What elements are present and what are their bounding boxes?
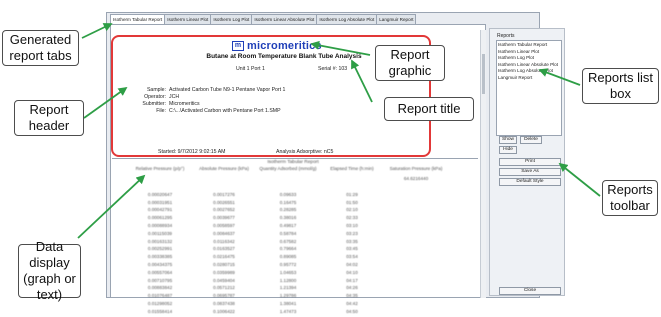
- arrow-report-title: [351, 59, 373, 103]
- arrow-report-header: [83, 86, 128, 119]
- table-cell: 0.1006422: [213, 308, 235, 314]
- callout-report-title: Report title: [384, 97, 474, 121]
- callout-generated-report-tabs: Generated report tabs: [2, 30, 79, 66]
- table-cell: 1.38041: [279, 300, 297, 306]
- table-cell: 0.01298052: [147, 300, 173, 306]
- callout-reports-list-box: Reports list box: [582, 68, 659, 104]
- callout-reports-toolbar: Reports toolbar: [602, 180, 658, 216]
- table-cell: 0.0837438: [213, 300, 235, 306]
- callout-report-graphic: Report graphic: [375, 45, 445, 81]
- table-cell: 0.01558414: [147, 308, 173, 314]
- arrow-reports-list: [538, 68, 581, 86]
- callout-report-header: Report header: [14, 100, 84, 136]
- arrow-report-graphic: [310, 40, 371, 56]
- arrow-reports-toolbar: [558, 162, 601, 197]
- callout-arrows: [77, 23, 601, 239]
- arrow-data-display: [77, 174, 146, 239]
- table-row: 0.01558414 0.1006422 1.47473 04:50: [128, 309, 458, 317]
- table-cell: 1.47473: [279, 308, 297, 314]
- arrow-generated-tabs: [81, 23, 113, 39]
- callout-data-display: Data display (graph or text): [18, 239, 81, 302]
- table-row: 0.01298052 0.0837438 1.38041 04:42: [128, 301, 458, 309]
- table-cell: 04:42: [346, 300, 358, 306]
- table-cell: 04:50: [346, 308, 358, 314]
